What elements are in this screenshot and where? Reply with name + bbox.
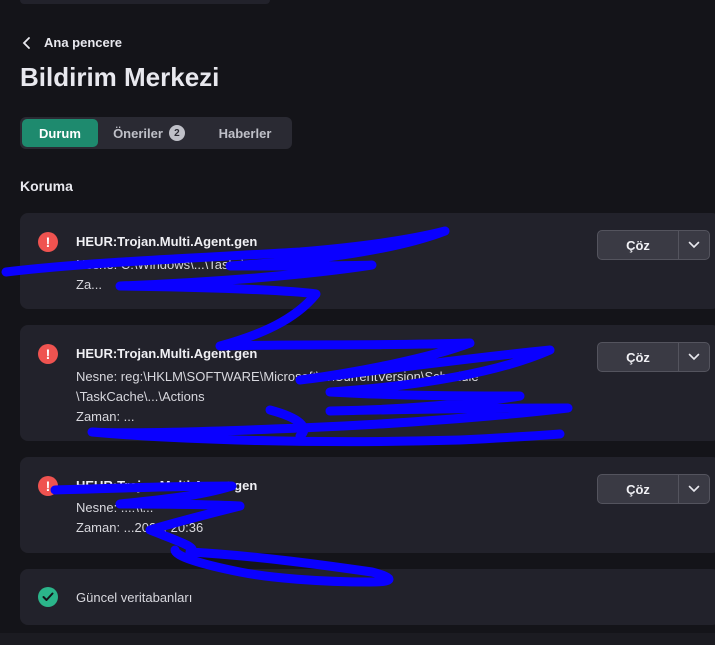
threat-card: ! HEUR:Trojan.Multi.Agent.gen Nesne: ...… bbox=[20, 457, 715, 553]
resolve-split-button: Çöz bbox=[597, 230, 710, 260]
threat-card: ! HEUR:Trojan.Multi.Agent.gen Nesne: C:\… bbox=[20, 213, 715, 309]
tab-haberler[interactable]: Haberler bbox=[200, 119, 290, 147]
resolve-split-button: Çöz bbox=[597, 342, 710, 372]
section-title: Koruma bbox=[20, 178, 73, 194]
resolve-button[interactable]: Çöz bbox=[597, 474, 679, 504]
page-title: Bildirim Merkezi bbox=[20, 62, 220, 92]
count-badge: 2 bbox=[168, 125, 185, 141]
threat-object: Nesne: ...:\\... bbox=[76, 500, 154, 515]
tab-durum[interactable]: Durum bbox=[22, 119, 98, 147]
resolve-options-button[interactable] bbox=[679, 342, 710, 372]
threat-time: Zaman: ...202... 20:36 bbox=[76, 520, 204, 535]
threat-name: HEUR:Trojan.Multi.Agent.gen bbox=[76, 346, 258, 361]
chevron-left-icon bbox=[22, 36, 30, 49]
back-link[interactable]: Ana pencere bbox=[22, 35, 122, 50]
tab-bar: Durum Öneriler 2 Haberler bbox=[20, 117, 292, 149]
tab-label: Haberler bbox=[218, 125, 272, 141]
threat-time: Za... bbox=[76, 277, 103, 292]
tab-label: Durum bbox=[39, 125, 81, 141]
bottom-bar bbox=[0, 633, 715, 645]
threat-object: Nesne: C:\Windows\...\Tasks\... bbox=[76, 257, 256, 272]
tab-label: Öneriler bbox=[113, 125, 163, 141]
status-label: Güncel veritabanları bbox=[76, 590, 193, 605]
chevron-down-icon bbox=[688, 241, 700, 249]
chevron-down-icon bbox=[688, 485, 700, 493]
status-card: Güncel veritabanları bbox=[20, 569, 715, 625]
threat-card: ! HEUR:Trojan.Multi.Agent.gen Nesne: reg… bbox=[20, 325, 715, 441]
top-panel-edge bbox=[20, 0, 270, 4]
chevron-down-icon bbox=[688, 353, 700, 361]
resolve-split-button: Çöz bbox=[597, 474, 710, 504]
threat-name: HEUR:Trojan.Multi.Agent.gen bbox=[76, 478, 258, 493]
resolve-button[interactable]: Çöz bbox=[597, 230, 679, 260]
threat-object-continued: \TaskCache\...\Actions bbox=[76, 389, 205, 404]
check-icon bbox=[38, 587, 58, 607]
threat-object: Nesne: reg:\HKLM\SOFTWARE\Microsoft\...\… bbox=[76, 369, 479, 384]
alert-icon: ! bbox=[38, 476, 58, 496]
resolve-options-button[interactable] bbox=[679, 230, 710, 260]
resolve-button[interactable]: Çöz bbox=[597, 342, 679, 372]
alert-icon: ! bbox=[38, 344, 58, 364]
alert-icon: ! bbox=[38, 232, 58, 252]
threat-name: HEUR:Trojan.Multi.Agent.gen bbox=[76, 234, 258, 249]
tab-oneriler[interactable]: Öneriler 2 bbox=[98, 119, 200, 147]
resolve-options-button[interactable] bbox=[679, 474, 710, 504]
threat-time: Zaman: ... bbox=[76, 409, 135, 424]
back-link-label: Ana pencere bbox=[44, 35, 123, 50]
